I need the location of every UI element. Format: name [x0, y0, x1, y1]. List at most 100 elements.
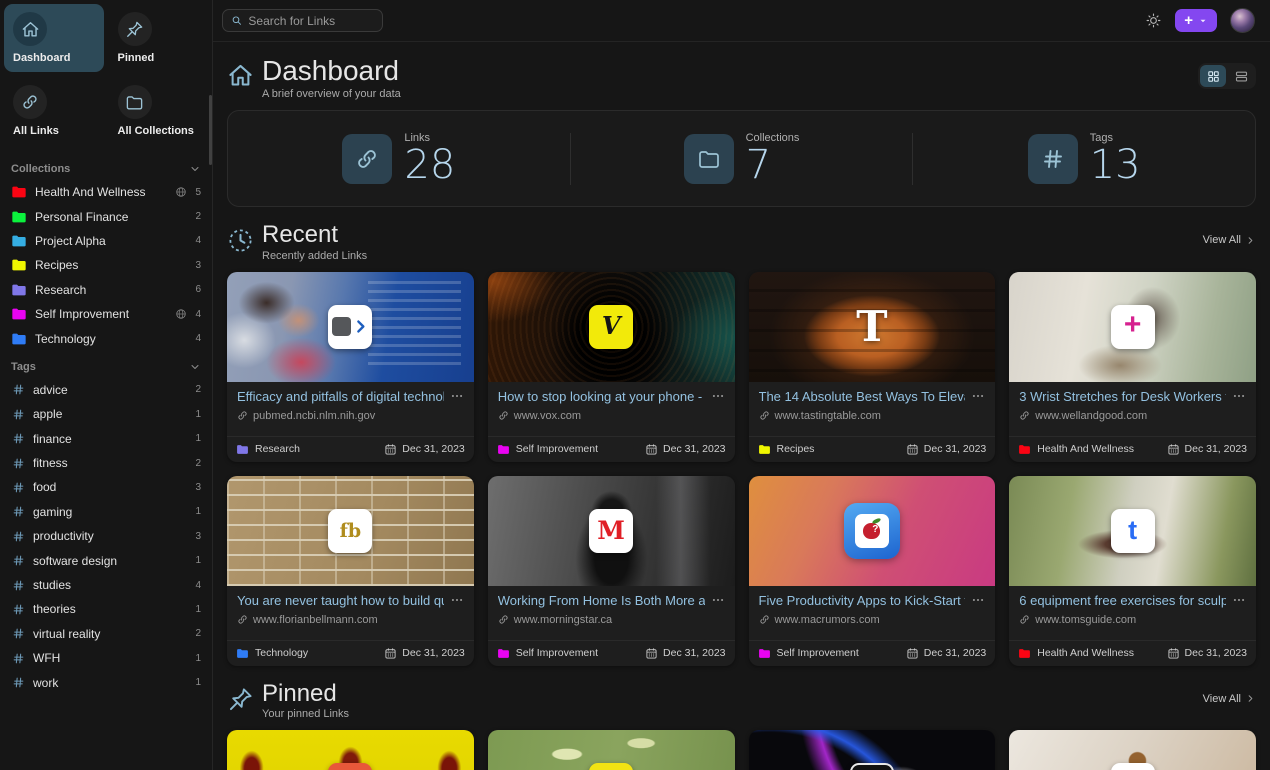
link-icon [342, 134, 392, 184]
collection-name: Recipes [35, 258, 187, 272]
options-icon[interactable] [711, 593, 725, 607]
options-icon[interactable] [1232, 593, 1246, 607]
collection-name: Personal Finance [35, 210, 187, 224]
pinned-link-card[interactable] [749, 730, 996, 770]
main-column: + Dashboard A brief overview of your dat… [213, 0, 1270, 770]
options-icon[interactable] [450, 389, 464, 403]
section-title: Pinned [262, 681, 349, 707]
stat-links: Links 28 [228, 132, 570, 186]
globe-icon [175, 186, 187, 198]
sidebar-tag-wfh[interactable]: WFH1 [4, 646, 208, 670]
section-subtitle: Your pinned Links [262, 708, 349, 720]
sidebar-item-all-links[interactable]: All Links [4, 77, 104, 145]
theme-toggle-sun-icon[interactable] [1145, 12, 1162, 29]
options-icon[interactable] [971, 389, 985, 403]
sidebar-tag-studies[interactable]: studies4 [4, 573, 208, 597]
link-url: www.morningstar.ca [514, 614, 612, 626]
sidebar-item-pinned[interactable]: Pinned [109, 4, 209, 72]
hash-icon [11, 627, 25, 640]
sidebar-tag-advice[interactable]: advice2 [4, 378, 208, 402]
folder-icon [11, 331, 27, 347]
folder-icon [684, 134, 734, 184]
hash-icon [11, 481, 25, 494]
tag-count: 1 [195, 409, 201, 420]
link-card[interactable]: fb You are never taught how to build qua… [227, 476, 474, 666]
link-card[interactable]: T The 14 Absolute Best Ways To Elevate F… [749, 272, 996, 462]
sidebar-tag-finance[interactable]: finance1 [4, 427, 208, 451]
sidebar-collection-self-improvement[interactable]: Self Improvement 4 [4, 302, 208, 326]
pinned-link-card[interactable] [1009, 730, 1256, 770]
tag-count: 4 [195, 580, 201, 591]
add-new-button[interactable]: + [1175, 9, 1217, 32]
tags-section-header[interactable]: Tags [4, 351, 208, 378]
recent-section-header: Recent Recently added Links View All [227, 222, 1256, 261]
pin-icon [125, 20, 144, 39]
collections-section-header[interactable]: Collections [4, 153, 208, 180]
calendar-icon [645, 647, 658, 660]
search-box[interactable] [222, 9, 383, 32]
link-card[interactable]: t 6 equipment free exercises for sculpti… [1009, 476, 1256, 666]
folder-icon [11, 184, 27, 200]
sidebar-collection-project-alpha[interactable]: Project Alpha 4 [4, 229, 208, 253]
link-card[interactable]: + 3 Wrist Stretches for Desk Workers to … [1009, 272, 1256, 462]
sidebar-scrollbar[interactable] [209, 95, 212, 165]
grid-icon [1206, 69, 1221, 84]
calendar-icon [384, 647, 397, 660]
pinned-link-card[interactable] [488, 730, 735, 770]
avatar[interactable] [1230, 8, 1255, 33]
grid-view-button[interactable] [1200, 65, 1226, 87]
sidebar-tag-software-design[interactable]: software design1 [4, 548, 208, 572]
link-icon [237, 614, 248, 625]
list-icon [1234, 69, 1249, 84]
link-url: www.tomsguide.com [1035, 614, 1136, 626]
nav-label: All Links [13, 125, 95, 137]
pinned-view-all-link[interactable]: View All [1203, 693, 1256, 705]
hash-icon [11, 457, 25, 470]
sidebar-tag-food[interactable]: food3 [4, 475, 208, 499]
link-card[interactable]: V How to stop looking at your phone - Vo… [488, 272, 735, 462]
sidebar-item-all-collections[interactable]: All Collections [109, 77, 209, 145]
options-icon[interactable] [450, 593, 464, 607]
tag-name: productivity [33, 529, 187, 543]
sidebar-collection-recipes[interactable]: Recipes 3 [4, 253, 208, 277]
link-title: How to stop looking at your phone - Vox [498, 389, 705, 404]
folder-icon [1018, 443, 1031, 456]
sidebar-item-dashboard[interactable]: Dashboard [4, 4, 104, 72]
apple-icon [863, 523, 880, 539]
sidebar-collection-research[interactable]: Research 6 [4, 278, 208, 302]
collection-count: 4 [195, 309, 201, 320]
search-input[interactable] [248, 14, 374, 28]
sidebar-collection-health-and-wellness[interactable]: Health And Wellness 5 [4, 180, 208, 204]
folder-icon [11, 209, 27, 225]
hash-icon [11, 505, 25, 518]
sidebar-collection-technology[interactable]: Technology 4 [4, 326, 208, 350]
pubmed-thumbnail [227, 272, 474, 382]
link-card[interactable]: M Working From Home Is Both More and L..… [488, 476, 735, 666]
link-card[interactable]: Five Productivity Apps to Kick-Start the… [749, 476, 996, 666]
sidebar-tag-work[interactable]: work1 [4, 670, 208, 694]
tag-count: 1 [195, 653, 201, 664]
link-url: www.tastingtable.com [775, 410, 881, 422]
options-icon[interactable] [1232, 389, 1246, 403]
tag-count: 1 [195, 555, 201, 566]
sidebar-collection-personal-finance[interactable]: Personal Finance 2 [4, 204, 208, 228]
link-card[interactable]: Efficacy and pitfalls of digital technol… [227, 272, 474, 462]
sidebar-tag-virtual-reality[interactable]: virtual reality2 [4, 622, 208, 646]
options-icon[interactable] [711, 389, 725, 403]
options-icon[interactable] [971, 593, 985, 607]
sidebar-tag-gaming[interactable]: gaming1 [4, 500, 208, 524]
sidebar-tag-productivity[interactable]: productivity3 [4, 524, 208, 548]
link-card-footer: Self Improvement Dec 31, 2023 [749, 640, 996, 666]
link-collection: Research [255, 443, 300, 455]
yellow-workout-illustration-thumbnail [227, 730, 474, 770]
tastingtable-logo: T [856, 302, 887, 351]
list-view-button[interactable] [1228, 65, 1254, 87]
hash-icon [11, 652, 25, 665]
sidebar-tag-theories[interactable]: theories1 [4, 597, 208, 621]
recent-view-all-link[interactable]: View All [1203, 234, 1256, 246]
site-logo-tile [328, 763, 372, 770]
sidebar-tag-apple[interactable]: apple1 [4, 402, 208, 426]
hash-icon [11, 432, 25, 445]
pinned-link-card[interactable] [227, 730, 474, 770]
sidebar-tag-fitness[interactable]: fitness2 [4, 451, 208, 475]
